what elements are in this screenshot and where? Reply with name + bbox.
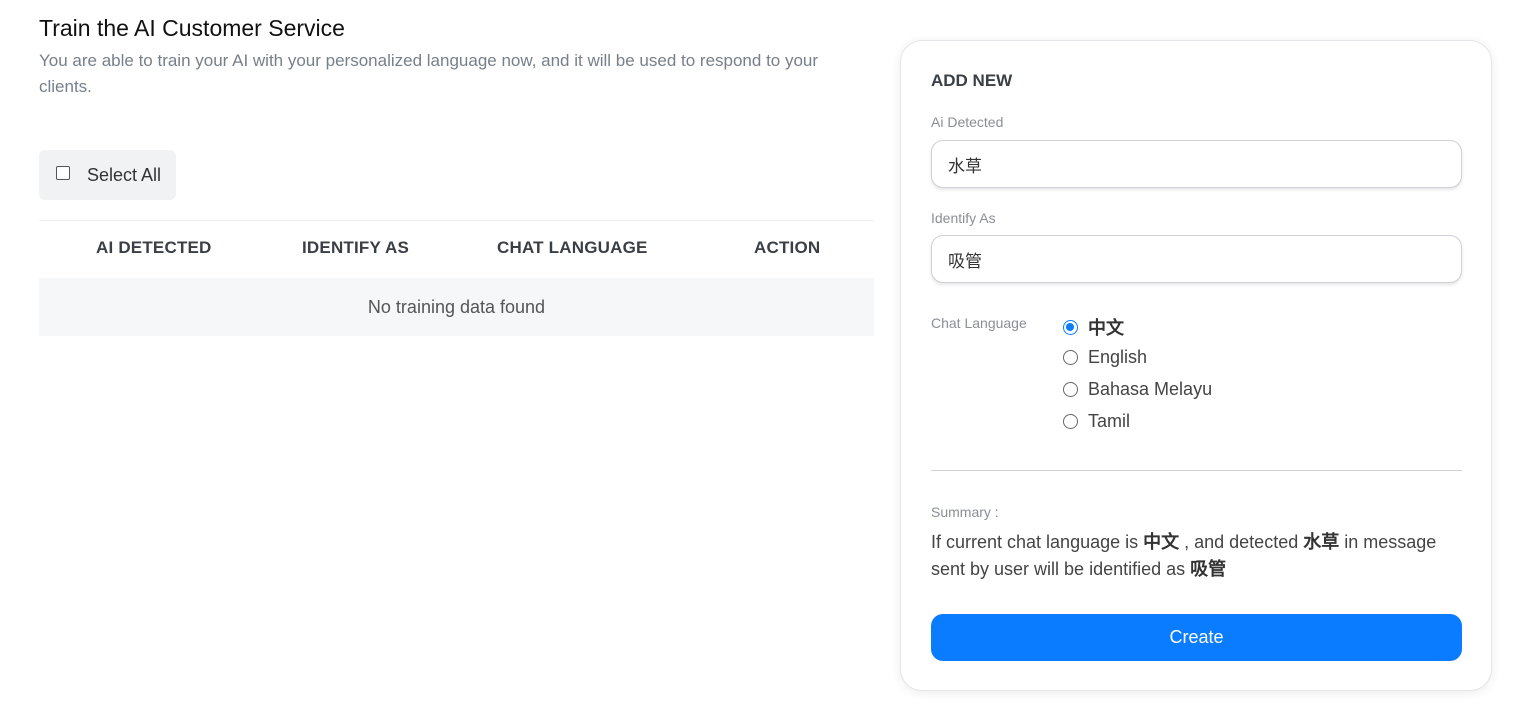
language-option-english[interactable]: English xyxy=(1063,347,1147,368)
table-divider xyxy=(39,220,874,221)
empty-table-row: No training data found xyxy=(39,278,874,336)
summary-part: , and detected xyxy=(1179,532,1304,552)
language-label: Bahasa Melayu xyxy=(1088,379,1213,399)
identify-as-label: Identify As xyxy=(931,210,996,226)
summary-identified: 吸管 xyxy=(1190,559,1227,579)
empty-message: No training data found xyxy=(367,296,546,317)
chat-language-label: Chat Language xyxy=(931,315,1027,331)
summary-label: Summary : xyxy=(931,504,999,520)
language-label: English xyxy=(1088,347,1148,367)
summary-text: If current chat language is 中文 , and det… xyxy=(931,529,1462,583)
radio-button[interactable] xyxy=(1063,382,1078,397)
radio-button[interactable] xyxy=(1063,414,1078,429)
select-all-label: Select All xyxy=(87,164,162,185)
column-header-identify-as: IDENTIFY AS xyxy=(302,238,410,257)
summary-part: If current chat language is xyxy=(931,532,1144,552)
create-button[interactable]: Create xyxy=(931,614,1462,661)
column-header-chat-language: CHAT LANGUAGE xyxy=(497,238,648,257)
card-divider xyxy=(931,470,1462,471)
language-option-chinese[interactable]: 中文 xyxy=(1063,314,1124,340)
select-all-button[interactable]: Select All xyxy=(39,150,176,200)
language-option-malay[interactable]: Bahasa Melayu xyxy=(1063,379,1212,400)
column-header-ai-detected: AI DETECTED xyxy=(96,238,212,257)
page: Train the AI Customer Service You are ab… xyxy=(0,0,1527,710)
card-title: ADD NEW xyxy=(931,71,1013,90)
add-new-card: ADD NEW Ai Detected Identify As Chat Lan… xyxy=(900,40,1492,691)
column-header-action: ACTION xyxy=(754,238,821,257)
ai-detected-label: Ai Detected xyxy=(931,114,1004,130)
select-all-checkbox[interactable] xyxy=(56,166,70,180)
summary-detected: 水草 xyxy=(1303,532,1340,552)
ai-detected-input[interactable] xyxy=(931,140,1462,188)
radio-button[interactable] xyxy=(1063,350,1078,365)
language-label: 中文 xyxy=(1088,318,1124,338)
page-subtitle: You are able to train your AI with your … xyxy=(39,51,819,96)
identify-as-input[interactable] xyxy=(931,235,1462,283)
page-title: Train the AI Customer Service xyxy=(39,15,345,41)
language-option-tamil[interactable]: Tamil xyxy=(1063,411,1130,432)
radio-button-selected[interactable] xyxy=(1063,319,1078,335)
summary-language: 中文 xyxy=(1143,532,1180,552)
language-label: Tamil xyxy=(1088,411,1131,431)
